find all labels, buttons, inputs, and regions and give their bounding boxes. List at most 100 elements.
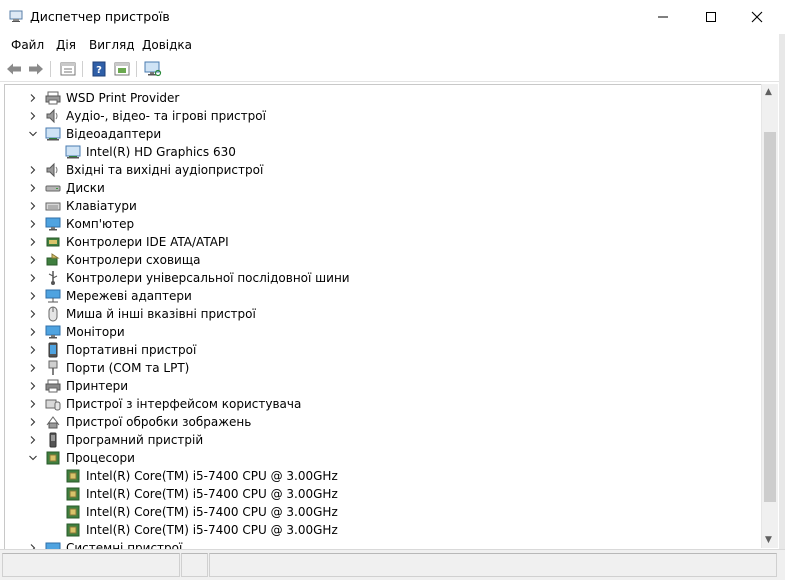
tree-category[interactable]: Миша й інші вказівні пристрої (5, 305, 755, 323)
menu-file[interactable]: Файл (11, 38, 44, 52)
chevron-right-icon[interactable] (29, 238, 37, 246)
chevron-right-icon[interactable] (29, 310, 37, 318)
tree-item-label: Intel(R) Core(TM) i5-7400 CPU @ 3.00GHz (86, 469, 338, 483)
minimize-icon (658, 16, 668, 18)
tree-category[interactable]: Монітори (5, 323, 755, 341)
chevron-right-icon[interactable] (29, 202, 37, 210)
help-button[interactable]: ? (90, 60, 108, 78)
tree-category[interactable]: Аудіо-, відео- та ігрові пристрої (5, 107, 755, 125)
chevron-right-icon[interactable] (29, 184, 37, 192)
tree-category[interactable]: Мережеві адаптери (5, 287, 755, 305)
maximize-button[interactable] (688, 0, 734, 34)
chevron-right-icon[interactable] (29, 382, 37, 390)
tree-category[interactable]: Диски (5, 179, 755, 197)
chevron-right-icon[interactable] (29, 274, 37, 282)
menu-view[interactable]: Вигляд (89, 38, 135, 52)
properties-button[interactable] (59, 60, 77, 78)
port-icon (48, 360, 58, 375)
tree-category[interactable]: Відеоадаптери (5, 125, 755, 143)
chevron-right-icon[interactable] (29, 418, 37, 426)
tree-item-label: Клавіатури (66, 199, 137, 213)
tree-item-label: Контролери сховища (66, 253, 201, 267)
tree-item-label: Миша й інші вказівні пристрої (66, 307, 256, 321)
tree-device[interactable]: Intel(R) Core(TM) i5-7400 CPU @ 3.00GHz (5, 503, 755, 521)
speaker-icon (46, 108, 58, 124)
tree-category[interactable]: Комп'ютер (5, 215, 755, 233)
status-bar (0, 549, 785, 580)
tree-item-label: Диски (66, 181, 105, 195)
scroll-up-icon[interactable]: ▲ (765, 87, 772, 97)
status-cell (2, 553, 180, 577)
tree-category[interactable]: Порти (COM та LPT) (5, 359, 755, 377)
chevron-down-icon[interactable] (29, 130, 37, 138)
back-button[interactable] (5, 60, 23, 78)
tree-category[interactable]: Принтери (5, 377, 755, 395)
minimize-button[interactable] (640, 0, 686, 34)
tree-item-label: Комп'ютер (66, 217, 135, 231)
chevron-right-icon[interactable] (29, 292, 37, 300)
tree-category[interactable]: Пристрої з інтерфейсом користувача (5, 395, 755, 413)
tree-item-label: Програмний пристрій (66, 433, 204, 447)
close-icon (751, 11, 763, 23)
tree-category[interactable]: Контролери IDE ATA/ATAPI (5, 233, 755, 251)
close-button[interactable] (734, 0, 780, 34)
menu-bar: Файл Дія Вигляд Довідка (0, 34, 785, 56)
vertical-scrollbar[interactable]: ▲ ▼ (761, 84, 778, 548)
speaker-icon (46, 162, 58, 178)
scrollbar-thumb[interactable] (764, 132, 776, 502)
tree-device[interactable]: Intel(R) Core(TM) i5-7400 CPU @ 3.00GHz (5, 467, 755, 485)
chevron-right-icon[interactable] (29, 436, 37, 444)
menu-action[interactable]: Дія (56, 38, 76, 52)
tree-item-label: Порти (COM та LPT) (66, 361, 190, 375)
mouse-icon (48, 306, 58, 322)
chevron-right-icon[interactable] (29, 94, 37, 102)
display-adapter-icon (65, 145, 81, 159)
tree-item-label: Принтери (66, 379, 129, 393)
tree-item-label: Контролери IDE ATA/ATAPI (66, 235, 229, 249)
status-cell (209, 553, 777, 577)
tree-item-label: Процесори (66, 451, 135, 465)
chevron-right-icon[interactable] (29, 112, 37, 120)
tree-category[interactable]: Програмний пристрій (5, 431, 755, 449)
chevron-right-icon[interactable] (29, 220, 37, 228)
software-device-icon (49, 432, 57, 448)
chevron-down-icon[interactable] (29, 454, 37, 462)
chevron-right-icon[interactable] (29, 256, 37, 264)
computer-icon (45, 217, 61, 231)
scroll-down-icon[interactable]: ▼ (765, 535, 772, 545)
device-tree[interactable]: WSD Print Provider Аудіо-, відео- та ігро… (4, 84, 762, 550)
tree-category[interactable]: Портативні пристрої (5, 341, 755, 359)
disk-drive-icon (45, 185, 61, 192)
window-title: Диспетчер пристроїв (30, 9, 170, 24)
tree-category[interactable]: Клавіатури (5, 197, 755, 215)
forward-button[interactable] (27, 60, 45, 78)
processor-icon (66, 523, 80, 537)
tree-category[interactable]: Пристрої обробки зображень (5, 413, 755, 431)
tree-item-label: Intel(R) Core(TM) i5-7400 CPU @ 3.00GHz (86, 505, 338, 519)
tree-item-label: Монітори (66, 325, 125, 339)
tree-category[interactable]: WSD Print Provider (5, 89, 755, 107)
chevron-right-icon[interactable] (29, 346, 37, 354)
tree-item-label: Відеоадаптери (66, 127, 162, 141)
display-adapter-icon (45, 127, 61, 141)
chevron-right-icon[interactable] (29, 166, 37, 174)
network-adapter-icon (45, 289, 61, 303)
chevron-right-icon[interactable] (29, 400, 37, 408)
chevron-right-icon[interactable] (29, 328, 37, 336)
device-manager-app-icon (9, 10, 23, 22)
tree-category[interactable]: Вхідні та вихідні аудіопристрої (5, 161, 755, 179)
tree-category[interactable]: Контролери універсальної послідовної шин… (5, 269, 755, 287)
hid-icon (45, 399, 61, 411)
scan-hardware-button[interactable] (144, 60, 162, 78)
processor-icon (66, 505, 80, 519)
tree-device[interactable]: Intel(R) Core(TM) i5-7400 CPU @ 3.00GHz (5, 521, 755, 539)
tree-device[interactable]: Intel(R) HD Graphics 630 (5, 143, 755, 161)
tree-item-label: Intel(R) Core(TM) i5-7400 CPU @ 3.00GHz (86, 523, 338, 537)
tree-item-label: Пристрої обробки зображень (66, 415, 252, 429)
chevron-right-icon[interactable] (29, 364, 37, 372)
tree-device[interactable]: Intel(R) Core(TM) i5-7400 CPU @ 3.00GHz (5, 485, 755, 503)
tree-category[interactable]: Процесори (5, 449, 755, 467)
update-driver-button[interactable] (113, 60, 131, 78)
menu-help[interactable]: Довідка (142, 38, 192, 52)
tree-category[interactable]: Контролери сховища (5, 251, 755, 269)
